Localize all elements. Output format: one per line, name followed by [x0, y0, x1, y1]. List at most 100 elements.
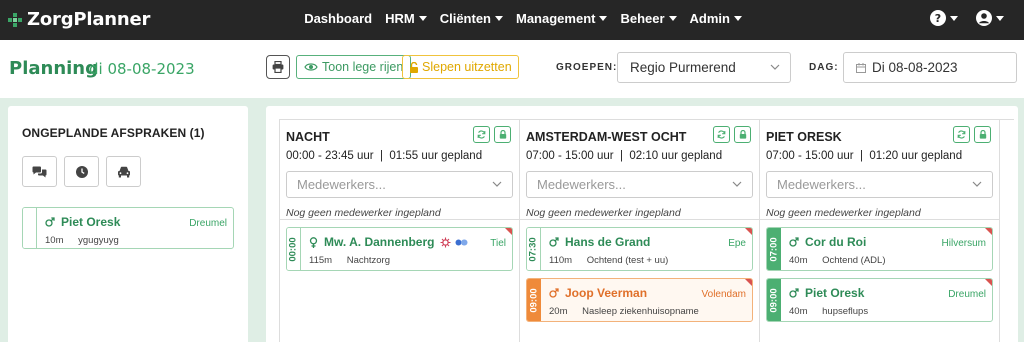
nav-hrm[interactable]: HRM [385, 11, 427, 26]
planning-header: Planning di 08-08-2023 Toon lege rijen S… [0, 40, 1024, 98]
eye-icon [304, 63, 318, 71]
appointment-duration: 40m [789, 255, 808, 266]
lock-button[interactable] [974, 126, 991, 143]
nav-beheer[interactable]: Beheer [620, 11, 677, 26]
flag-marker [745, 279, 752, 286]
column-title: AMSTERDAM-WEST OCHT [526, 130, 687, 144]
column-actions [469, 126, 511, 143]
refresh-icon [957, 130, 966, 139]
page-date: di 08-08-2023 [89, 60, 195, 78]
time-strip [23, 208, 37, 248]
caret-down-icon [668, 16, 677, 21]
main-area: ONGEPLANDE AFSPRAKEN (1) Piet Oresk Dreu… [0, 98, 1024, 342]
help-menu[interactable]: ? [930, 10, 958, 26]
flag-marker [985, 228, 992, 235]
schedule-column-nacht: NACHT 00:00 - 23:45 uur | 01:55 uur gepl… [280, 120, 520, 342]
unplanned-appointment-card[interactable]: Piet Oresk Dreumel 10m ygugyuyg [22, 207, 234, 249]
disable-drag-button[interactable]: Slepen uitzetten [402, 55, 519, 79]
groups-select[interactable]: Regio Purmerend [617, 52, 791, 83]
filter-transport-button[interactable] [106, 156, 141, 187]
refresh-button[interactable] [953, 126, 970, 143]
comments-icon [32, 166, 47, 177]
client-name-text: Hans de Grand [565, 235, 651, 249]
unlock-icon [410, 61, 418, 73]
time-strip: 09:00 [767, 279, 781, 321]
appointment-card[interactable]: 09:00 Joop Veerman Volendam 20m Nasleep … [526, 278, 753, 322]
time-strip: 07:30 [527, 228, 541, 270]
appointment-time: 00:00 [288, 236, 299, 262]
filter-time-button[interactable] [64, 156, 99, 187]
employees-select[interactable]: Medewerkers... [526, 171, 753, 198]
column-divider [520, 219, 760, 220]
printer-icon [272, 61, 284, 73]
nav-dashboard[interactable]: Dashboard [304, 11, 372, 26]
show-empty-rows-button[interactable]: Toon lege rijen [296, 55, 412, 79]
refresh-icon [477, 130, 486, 139]
lock-button[interactable] [734, 126, 751, 143]
car-icon [117, 166, 130, 177]
nav-clienten[interactable]: Cliënten [440, 11, 503, 26]
column-title: NACHT [286, 130, 330, 144]
lock-icon [499, 130, 506, 139]
schedule-column-piet-oresk: PIET ORESK 07:00 - 15:00 uur | 01:20 uur… [760, 120, 1000, 342]
appointment-card[interactable]: 00:00 Mw. A. Dannenberg Tiel 115m Nachtz… [286, 227, 513, 271]
day-input[interactable]: Di 08-08-2023 [843, 52, 1017, 83]
chevron-down-icon [492, 181, 502, 187]
column-title: PIET ORESK [766, 130, 842, 144]
employees-select[interactable]: Medewerkers... [766, 171, 993, 198]
time-strip: 07:00 [767, 228, 781, 270]
user-menu[interactable] [976, 10, 1004, 26]
brand-logo[interactable]: ZorgPlanner [8, 9, 150, 30]
unplanned-title: ONGEPLANDE AFSPRAKEN (1) [22, 126, 205, 140]
employees-placeholder: Medewerkers... [777, 177, 866, 192]
brand-name: ZorgPlanner [27, 9, 151, 30]
appointment-meta: 110m Ochtend (test + uu) [549, 255, 668, 266]
column-planned: 01:55 uur gepland [389, 150, 483, 162]
appointment-card[interactable]: 07:30 Hans de Grand Epe 110m Ochtend (te… [526, 227, 753, 271]
day-label: DAG: [809, 62, 839, 73]
column-hours-range: 07:00 - 15:00 uur [526, 150, 614, 162]
chevron-down-icon [770, 64, 780, 70]
appointment-meta: 10m ygugyuyg [45, 235, 119, 246]
appointment-card[interactable]: 09:00 Piet Oresk Dreumel 40m hupseflups [766, 278, 993, 322]
refresh-button[interactable] [473, 126, 490, 143]
column-divider [760, 219, 1000, 220]
refresh-button[interactable] [713, 126, 730, 143]
schedule-column-amsterdam-west: AMSTERDAM-WEST OCHT 07:00 - 15:00 uur | … [520, 120, 760, 342]
nav-hrm-label: HRM [385, 11, 415, 26]
appointment-card[interactable]: 07:00 Cor du Roi Hilversum 40m Ochtend (… [766, 227, 993, 271]
nav-management-label: Management [516, 11, 596, 26]
lock-button[interactable] [494, 126, 511, 143]
no-employee-text: Nog geen medewerker ingepland [286, 207, 441, 219]
male-icon [45, 217, 55, 227]
nav-admin[interactable]: Admin [690, 11, 742, 26]
appointment-time: 07:00 [768, 236, 780, 262]
column-hours: 00:00 - 23:45 uur | 01:55 uur gepland [286, 150, 483, 162]
appointment-meta: 20m Nasleep ziekenhuisopname [549, 306, 699, 317]
appointment-description: hupseflups [822, 306, 869, 317]
female-icon [309, 236, 318, 248]
schedule-columns: NACHT 00:00 - 23:45 uur | 01:55 uur gepl… [279, 119, 1014, 342]
column-hours-range: 07:00 - 15:00 uur [766, 150, 854, 162]
client-location: Epe [728, 238, 746, 249]
employees-select[interactable]: Medewerkers... [286, 171, 513, 198]
schedule-panel: NACHT 00:00 - 23:45 uur | 01:55 uur gepl… [266, 106, 1018, 342]
flag-marker [745, 228, 752, 235]
nav-management[interactable]: Management [516, 11, 608, 26]
help-icon: ? [930, 10, 946, 26]
caret-down-icon [734, 16, 742, 21]
client-name: Cor du Roi [789, 235, 866, 249]
appointment-description: Ochtend (test + uu) [586, 255, 669, 266]
filter-comments-button[interactable] [22, 156, 57, 187]
groups-select-value: Regio Purmerend [630, 60, 736, 75]
client-location: Volendam [701, 289, 746, 300]
print-button[interactable] [266, 55, 290, 79]
client-name-text: Cor du Roi [805, 235, 867, 249]
caret-down-icon [996, 15, 1004, 21]
client-name-text: Mw. A. Dannenberg [324, 235, 435, 249]
column-actions [949, 126, 991, 143]
column-hours-range: 00:00 - 23:45 uur [286, 150, 374, 162]
pills-icon [455, 239, 468, 245]
male-icon [789, 237, 799, 247]
clock-icon [75, 165, 88, 178]
